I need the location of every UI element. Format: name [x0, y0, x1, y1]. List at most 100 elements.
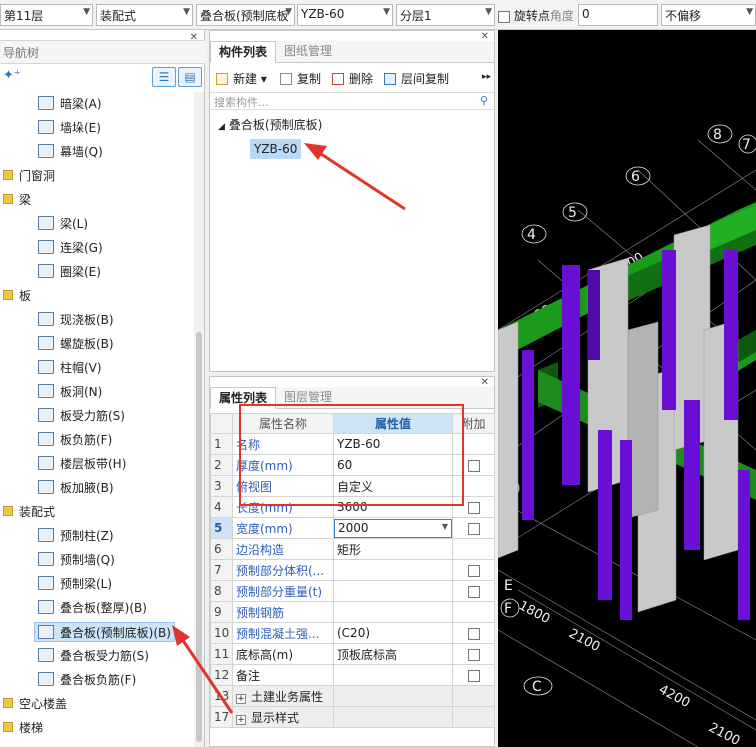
- property-value[interactable]: 顶板底标高: [333, 643, 453, 665]
- tab-layer-management[interactable]: 图层管理: [276, 387, 340, 409]
- nav-item[interactable]: 梁(L): [38, 214, 88, 234]
- property-row[interactable]: 11 底标高(m) 顶板底标高: [210, 643, 495, 665]
- nav-item[interactable]: 暗梁(A): [38, 94, 102, 114]
- nav-category[interactable]: 空心楼盖: [3, 694, 67, 714]
- property-value[interactable]: [333, 559, 453, 581]
- tree-node-parent[interactable]: ◢ 叠合板(预制底板): [218, 115, 322, 135]
- expand-icon[interactable]: +: [236, 693, 246, 704]
- add-checkbox[interactable]: [467, 669, 480, 682]
- property-value: [333, 685, 453, 707]
- new-button[interactable]: 新建 ▾: [216, 70, 267, 87]
- floor-copy-button[interactable]: 层间复制: [384, 70, 449, 87]
- nav-category[interactable]: 梁: [3, 190, 31, 210]
- search-icon[interactable]: ⚲: [480, 94, 488, 107]
- property-value[interactable]: 自定义: [333, 475, 453, 497]
- floor-select[interactable]: 第11层 ▼: [0, 4, 93, 26]
- component-list-panel: ✕ 构件列表 图纸管理 新建 ▾ 复制 删除 层间复制 ▸▸ 搜索构件... ⚲…: [209, 30, 495, 372]
- nav-item[interactable]: 墙垛(E): [38, 118, 101, 138]
- property-row[interactable]: 4 长度(mm) 3600: [210, 496, 495, 518]
- property-value[interactable]: 3600: [333, 496, 453, 518]
- property-row[interactable]: 6 边沿构造 矩形: [210, 538, 495, 560]
- property-row[interactable]: 10 预制混凝土强... (C20): [210, 622, 495, 644]
- tab-component-list[interactable]: 构件列表: [210, 41, 277, 63]
- 3d-viewport[interactable]: 8 7 6 5 4 1 E F C 1200 29 2100 4200 1800…: [498, 30, 756, 747]
- nav-item[interactable]: 板洞(N): [38, 382, 102, 402]
- component-type-select[interactable]: 叠合板(预制底板 ▼: [196, 4, 295, 26]
- property-value[interactable]: 60: [333, 454, 453, 476]
- nav-item[interactable]: 圈梁(E): [38, 262, 101, 282]
- property-value[interactable]: [333, 664, 453, 686]
- property-row[interactable]: 8 预制部分重量(t): [210, 580, 495, 602]
- nav-item[interactable]: 叠合板(预制底板)(B): [34, 622, 175, 642]
- property-value[interactable]: (C20): [333, 622, 453, 644]
- width-value-editor[interactable]: 2000 ▼: [334, 518, 452, 538]
- add-checkbox[interactable]: [467, 648, 480, 661]
- category-select[interactable]: 装配式 ▼: [96, 4, 193, 26]
- chevron-down-icon[interactable]: ▼: [442, 522, 448, 531]
- copy-button[interactable]: 复制: [280, 70, 321, 87]
- nav-item[interactable]: 板受力筋(S): [38, 406, 125, 426]
- offset-select[interactable]: 不偏移 ▼: [661, 4, 756, 26]
- nav-item[interactable]: 叠合板受力筋(S): [38, 646, 149, 666]
- property-row[interactable]: 9 预制钢筋: [210, 601, 495, 623]
- property-row[interactable]: 5 宽度(mm) 2000 ▼: [210, 517, 495, 539]
- property-row[interactable]: 3 俯视图 自定义: [210, 475, 495, 497]
- property-row[interactable]: 17 + 显示样式: [210, 706, 495, 728]
- sparkle-icon[interactable]: ✦⁺: [3, 68, 21, 83]
- nav-item[interactable]: 叠合板负筋(F): [38, 670, 136, 690]
- add-checkbox[interactable]: [467, 564, 480, 577]
- property-value[interactable]: 2000 ▼: [333, 517, 453, 539]
- nav-item[interactable]: 预制墙(Q): [38, 550, 115, 570]
- nav-item[interactable]: 板加腋(B): [38, 478, 114, 498]
- nav-item-label: 板加腋(B): [60, 481, 114, 495]
- layer-select[interactable]: 分层1 ▼: [396, 4, 495, 26]
- add-checkbox[interactable]: [467, 522, 480, 535]
- nav-category[interactable]: 楼梯: [3, 718, 43, 738]
- component-select[interactable]: YZB-60 ▼: [297, 4, 393, 26]
- add-checkbox[interactable]: [467, 585, 480, 598]
- rotate-point-toggle[interactable]: 旋转点角度: [498, 7, 574, 24]
- expand-icon[interactable]: ◢: [218, 122, 225, 132]
- nav-item[interactable]: 连梁(G): [38, 238, 103, 258]
- nav-item[interactable]: 现浇板(B): [38, 310, 114, 330]
- property-value[interactable]: 矩形: [333, 538, 453, 560]
- nav-item[interactable]: 幕墙(Q): [38, 142, 103, 162]
- search-input[interactable]: 搜索构件... ⚲: [210, 92, 494, 110]
- nav-item[interactable]: 螺旋板(B): [38, 334, 114, 354]
- expand-icon[interactable]: +: [236, 714, 246, 725]
- property-value[interactable]: [333, 580, 453, 602]
- rotate-point-checkbox[interactable]: [498, 10, 510, 23]
- property-row[interactable]: 12 备注: [210, 664, 495, 686]
- property-row[interactable]: 2 厚度(mm) 60: [210, 454, 495, 476]
- model-view[interactable]: 8 7 6 5 4 1 E F C 1200 29 2100 4200 1800…: [498, 30, 756, 747]
- scrollbar-thumb[interactable]: [196, 332, 202, 742]
- nav-item[interactable]: 预制梁(L): [38, 574, 112, 594]
- panel-view-button[interactable]: ▤: [178, 67, 202, 87]
- nav-item-label: 墙垛(E): [60, 121, 101, 135]
- nav-item[interactable]: 叠合板(整厚)(B): [38, 598, 147, 618]
- property-row[interactable]: 1 名称 YZB-60: [210, 433, 495, 455]
- nav-category[interactable]: 装配式: [3, 502, 55, 522]
- angle-input[interactable]: 0: [578, 4, 658, 26]
- property-row[interactable]: 13 + 土建业务属性: [210, 685, 495, 707]
- nav-item[interactable]: 楼层板带(H): [38, 454, 126, 474]
- nav-item[interactable]: 柱帽(V): [38, 358, 102, 378]
- nav-item[interactable]: 板负筋(F): [38, 430, 112, 450]
- nav-item[interactable]: 预制柱(Z): [38, 526, 114, 546]
- list-view-button[interactable]: ☰: [152, 67, 176, 87]
- add-checkbox[interactable]: [467, 459, 480, 472]
- nav-category[interactable]: 板: [3, 286, 31, 306]
- add-checkbox[interactable]: [467, 501, 480, 514]
- tree-node-yzb-60[interactable]: YZB-60: [250, 139, 302, 159]
- tab-drawing-management[interactable]: 图纸管理: [276, 41, 340, 63]
- nav-category[interactable]: 门窗洞: [3, 166, 55, 186]
- property-row[interactable]: 7 预制部分体积(...: [210, 559, 495, 581]
- add-checkbox[interactable]: [467, 627, 480, 640]
- property-value[interactable]: [333, 601, 453, 623]
- delete-button[interactable]: 删除: [332, 70, 373, 87]
- property-value[interactable]: YZB-60: [333, 433, 453, 455]
- tab-property-list[interactable]: 属性列表: [210, 387, 277, 409]
- precast-column-icon: [38, 528, 54, 542]
- more-icon[interactable]: ▸▸: [482, 72, 491, 82]
- nav-scrollbar[interactable]: [194, 92, 204, 747]
